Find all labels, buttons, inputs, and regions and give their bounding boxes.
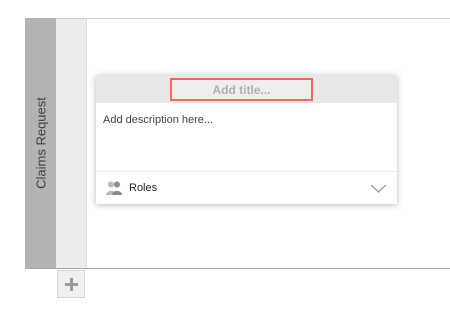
- activity-card[interactable]: Roles: [96, 75, 397, 204]
- swimlane-strip: [56, 18, 86, 268]
- swimlane-header[interactable]: Claims Request: [25, 18, 56, 268]
- people-icon: [106, 181, 122, 195]
- swimlane-top-border: [56, 18, 450, 19]
- card-header: [96, 75, 397, 103]
- description-input[interactable]: [96, 103, 397, 171]
- swimlane-divider: [86, 18, 87, 268]
- title-input[interactable]: [170, 78, 313, 101]
- chevron-down-icon: [370, 184, 387, 193]
- roles-label: Roles: [129, 182, 158, 194]
- add-lane-button[interactable]: [57, 270, 85, 298]
- roles-dropdown[interactable]: Roles: [96, 171, 397, 204]
- swimlane-title: Claims Request: [33, 97, 48, 189]
- swimlane-bottom-border: [25, 268, 450, 269]
